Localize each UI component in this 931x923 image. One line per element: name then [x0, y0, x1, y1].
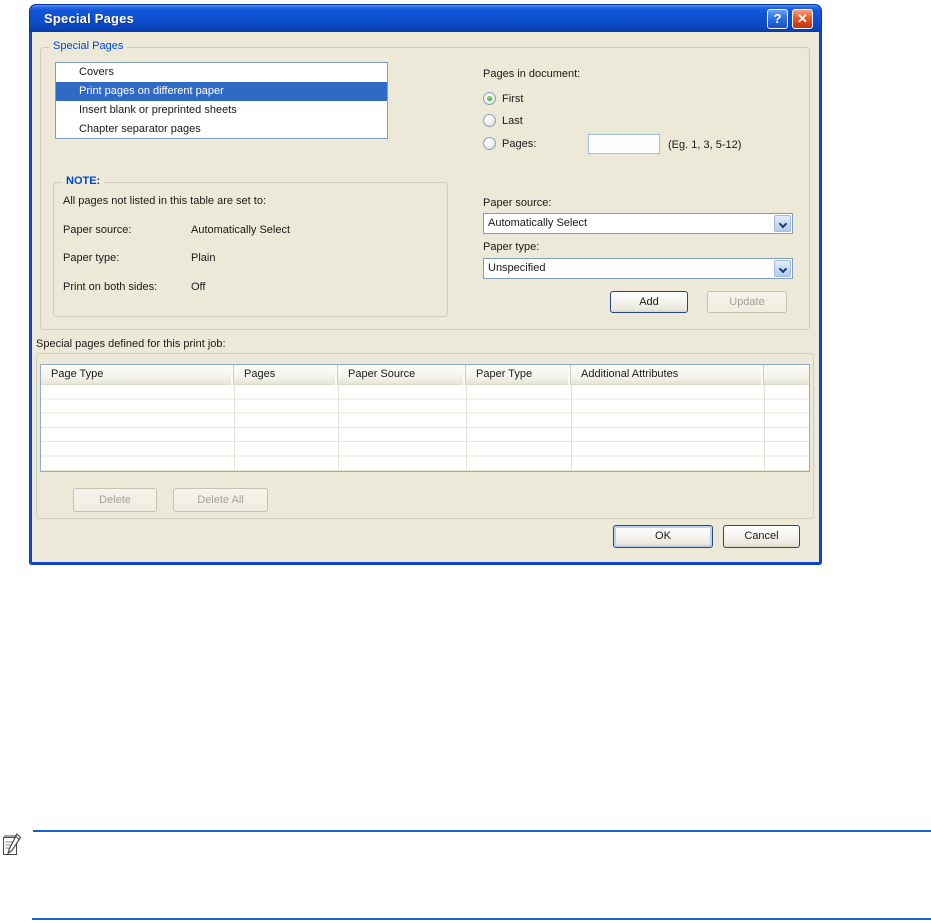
note-paper-source-value: Automatically Select: [191, 224, 291, 236]
column-divider: [571, 385, 572, 471]
radio-first[interactable]: First: [483, 91, 523, 106]
list-item-insert-blank-or-preprinted-sheets[interactable]: Insert blank or preprinted sheets: [56, 101, 387, 120]
radio-pages[interactable]: Pages:: [483, 136, 536, 151]
column-divider: [764, 385, 765, 471]
pages-in-document-label: Pages in document:: [483, 68, 581, 80]
documentation-page: Special Pages ? ✕ Special Pages Covers P…: [0, 0, 931, 923]
chevron-down-icon: [778, 219, 788, 229]
paper-source-combobox[interactable]: Automatically Select: [483, 213, 793, 234]
radio-last[interactable]: Last: [483, 113, 523, 128]
note-group: NOTE: All pages not listed in this table…: [53, 175, 448, 317]
jobs-table-caption: Special pages defined for this print job…: [36, 338, 226, 350]
special-pages-table: Page Type Pages Paper Source Paper Type …: [40, 364, 810, 472]
question-icon: ?: [773, 11, 782, 26]
close-button[interactable]: ✕: [792, 9, 813, 29]
column-header-paper-source[interactable]: Paper Source: [338, 365, 466, 385]
column-divider: [466, 385, 467, 471]
note-paper-source-label: Paper source:: [63, 224, 132, 236]
note-group-label: NOTE:: [62, 175, 105, 187]
paper-type-dropdown-button[interactable]: [774, 260, 791, 277]
column-header-paper-type[interactable]: Paper Type: [466, 365, 571, 385]
footer-rule-top: [33, 830, 931, 832]
paper-source-value: Automatically Select: [488, 217, 588, 229]
help-button[interactable]: ?: [767, 9, 788, 29]
radio-first-icon[interactable]: [483, 92, 496, 105]
paper-source-dropdown-button[interactable]: [774, 215, 791, 232]
radio-first-label: First: [502, 92, 524, 105]
chevron-down-icon: [778, 264, 788, 274]
pages-range-input[interactable]: [588, 134, 660, 154]
radio-last-label: Last: [502, 114, 523, 127]
table-body-empty[interactable]: [41, 385, 809, 471]
paper-type-label: Paper type:: [483, 241, 540, 253]
list-item-covers[interactable]: Covers: [56, 63, 387, 82]
note-both-sides-label: Print on both sides:: [63, 281, 158, 293]
footer-rule-bottom: [32, 918, 931, 920]
special-pages-dialog: Special Pages ? ✕ Special Pages Covers P…: [29, 4, 822, 565]
update-button: Update: [707, 291, 787, 313]
radio-pages-icon[interactable]: [483, 137, 496, 150]
pages-range-hint: (Eg. 1, 3, 5-12): [668, 139, 742, 151]
delete-all-button: Delete All: [173, 488, 268, 512]
list-item-chapter-separator-pages[interactable]: Chapter separator pages: [56, 120, 387, 138]
paper-source-label: Paper source:: [483, 197, 552, 209]
column-header-pages[interactable]: Pages: [234, 365, 338, 385]
list-item-print-pages-on-different-paper[interactable]: Print pages on different paper: [56, 82, 387, 101]
radio-last-icon[interactable]: [483, 114, 496, 127]
special-page-type-list[interactable]: Covers Print pages on different paper In…: [55, 62, 388, 139]
delete-button: Delete: [73, 488, 157, 512]
dialog-title: Special Pages: [44, 11, 135, 26]
note-paper-type-label: Paper type:: [63, 252, 120, 264]
close-icon: ✕: [797, 11, 808, 26]
column-divider: [234, 385, 235, 471]
cancel-button[interactable]: Cancel: [723, 525, 800, 548]
paper-type-combobox[interactable]: Unspecified: [483, 258, 793, 279]
note-paper-type-value: Plain: [191, 252, 216, 264]
column-divider: [338, 385, 339, 471]
special-pages-group-label: Special Pages: [49, 40, 128, 52]
paper-type-value: Unspecified: [488, 262, 546, 274]
add-button[interactable]: Add: [610, 291, 688, 313]
column-header-additional-attributes[interactable]: Additional Attributes: [571, 365, 764, 385]
ok-button[interactable]: OK: [613, 525, 713, 548]
dialog-body: Special Pages Covers Print pages on diff…: [29, 32, 822, 565]
note-both-sides-value: Off: [191, 281, 206, 293]
note-icon: [3, 833, 22, 856]
table-header-row: Page Type Pages Paper Source Paper Type …: [41, 365, 809, 385]
dialog-titlebar[interactable]: Special Pages ? ✕: [29, 4, 822, 32]
note-intro-text: All pages not listed in this table are s…: [63, 195, 267, 207]
column-header-empty[interactable]: [764, 365, 809, 385]
radio-pages-label: Pages:: [502, 137, 537, 150]
column-header-page-type[interactable]: Page Type: [41, 365, 234, 385]
